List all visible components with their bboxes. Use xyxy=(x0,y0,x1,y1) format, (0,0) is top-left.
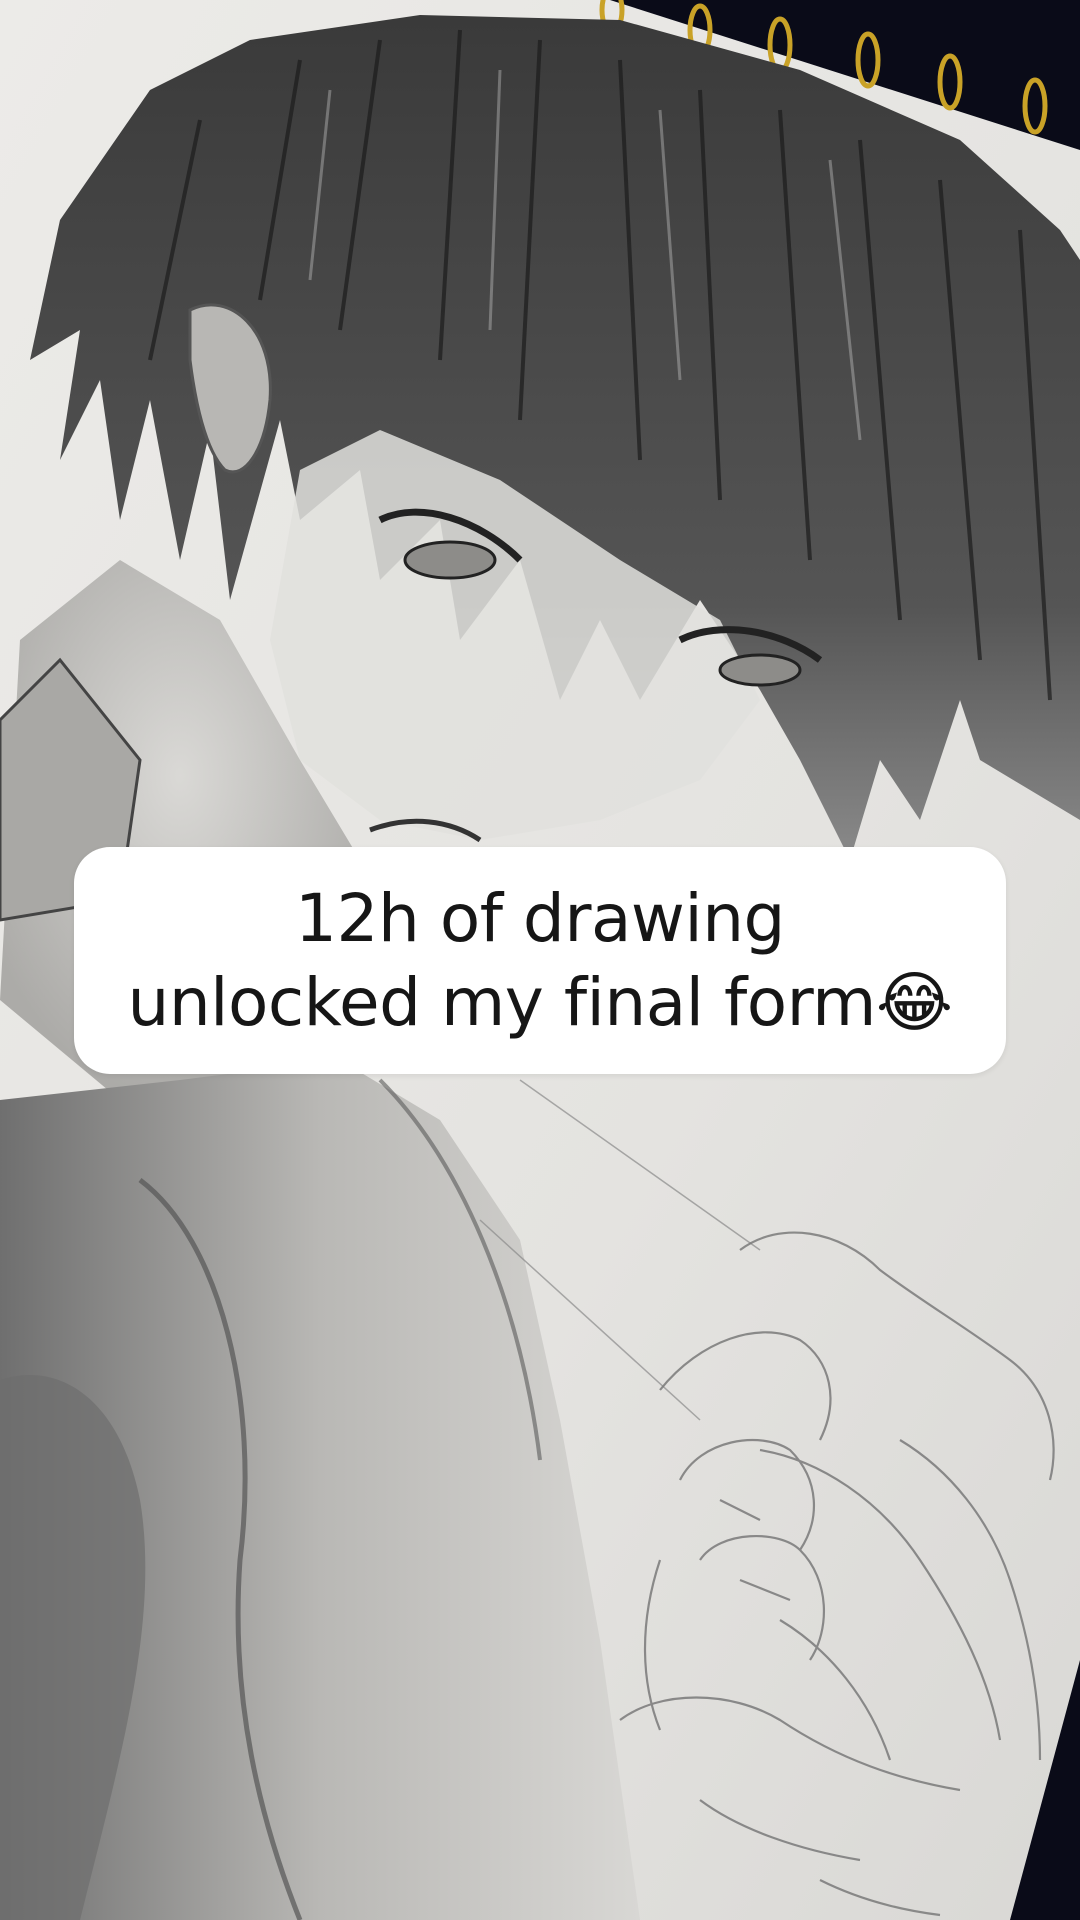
caption-line-2-text: unlocked my final form xyxy=(127,963,876,1041)
caption-line-1: 12h of drawing xyxy=(295,879,785,957)
caption-box: 12h of drawing unlocked my final form😂 xyxy=(74,847,1006,1074)
caption-line-2: unlocked my final form😂 xyxy=(127,961,953,1045)
tears-of-joy-emoji-icon: 😂 xyxy=(875,963,953,1041)
